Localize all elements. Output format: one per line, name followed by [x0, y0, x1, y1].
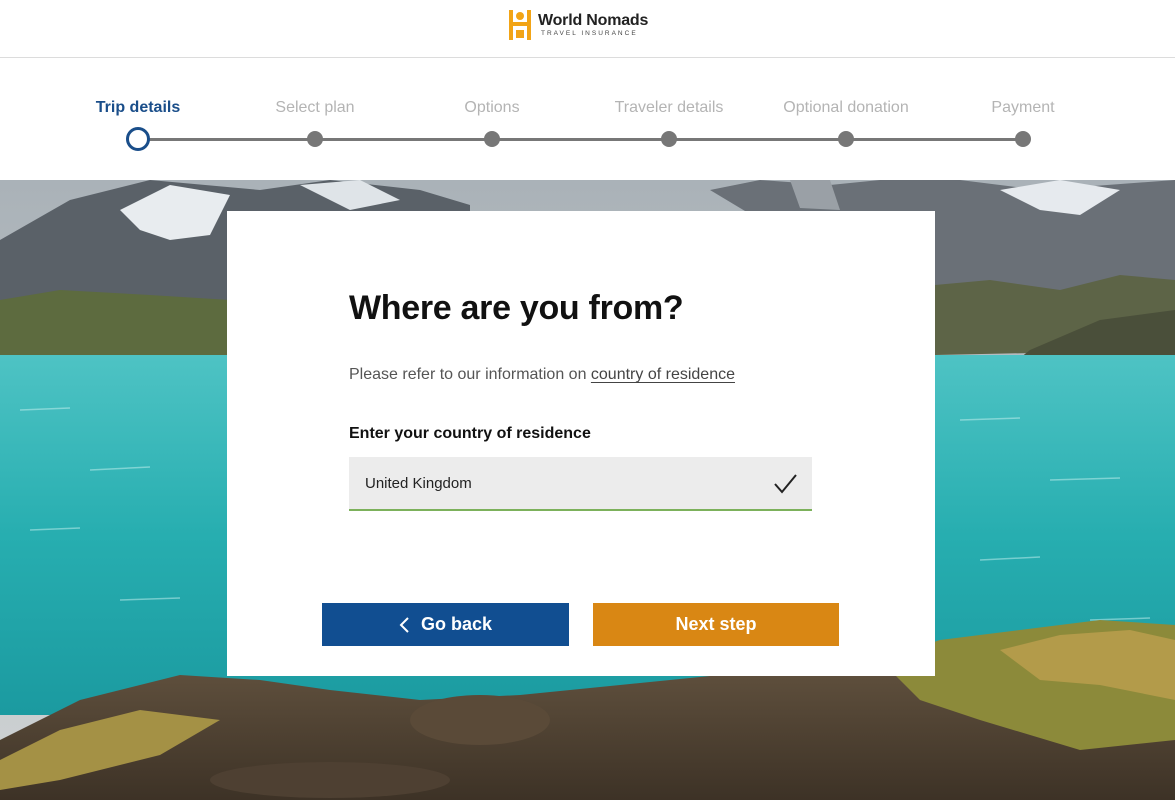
step-optional-donation: Optional donation [756, 97, 936, 147]
step-label: Select plan [275, 99, 355, 116]
step-options: Options [402, 97, 582, 147]
site-header: World Nomads TRAVEL INSURANCE [0, 0, 1175, 58]
logo-mark-icon [509, 10, 531, 40]
step-select-plan: Select plan [225, 97, 405, 147]
step-traveler-details: Traveler details [579, 97, 759, 147]
world-nomads-logo[interactable]: World Nomads TRAVEL INSURANCE [508, 8, 648, 42]
country-input[interactable] [349, 457, 749, 509]
step-label: Traveler details [614, 99, 724, 116]
country-of-residence-link[interactable]: country of residence [591, 366, 735, 383]
go-back-button[interactable]: Go back [322, 603, 569, 646]
next-step-button[interactable]: Next step [593, 603, 839, 646]
progress-stepper: Trip details Select plan Options Travele… [0, 58, 1175, 180]
step-indicator [661, 131, 677, 147]
brand-tagline: TRAVEL INSURANCE [541, 30, 638, 37]
brand-name: World Nomads [538, 12, 649, 29]
step-trip-details[interactable]: Trip details [48, 97, 228, 151]
step-indicator [838, 131, 854, 147]
country-field-label: Enter your country of residence [349, 425, 591, 442]
step-payment: Payment [933, 97, 1113, 147]
step-label: Payment [991, 99, 1055, 116]
info-prefix: Please refer to our information on [349, 366, 591, 383]
step-indicator [307, 131, 323, 147]
step-label: Optional donation [783, 99, 909, 116]
country-form-card: Where are you from? Please refer to our … [227, 211, 935, 676]
next-step-label: Next step [675, 614, 757, 634]
checkmark-icon [774, 474, 797, 494]
step-indicator [1015, 131, 1031, 147]
step-indicator [484, 131, 500, 147]
go-back-label: Go back [420, 614, 493, 634]
residence-info-text: Please refer to our information on count… [349, 366, 735, 384]
step-label: Options [464, 99, 520, 116]
step-label: Trip details [95, 99, 181, 116]
stepper-track [138, 138, 1023, 141]
country-field[interactable] [349, 457, 812, 511]
page-title: Where are you from? [349, 289, 684, 327]
step-current-indicator [126, 127, 150, 151]
chevron-left-icon [399, 616, 409, 633]
